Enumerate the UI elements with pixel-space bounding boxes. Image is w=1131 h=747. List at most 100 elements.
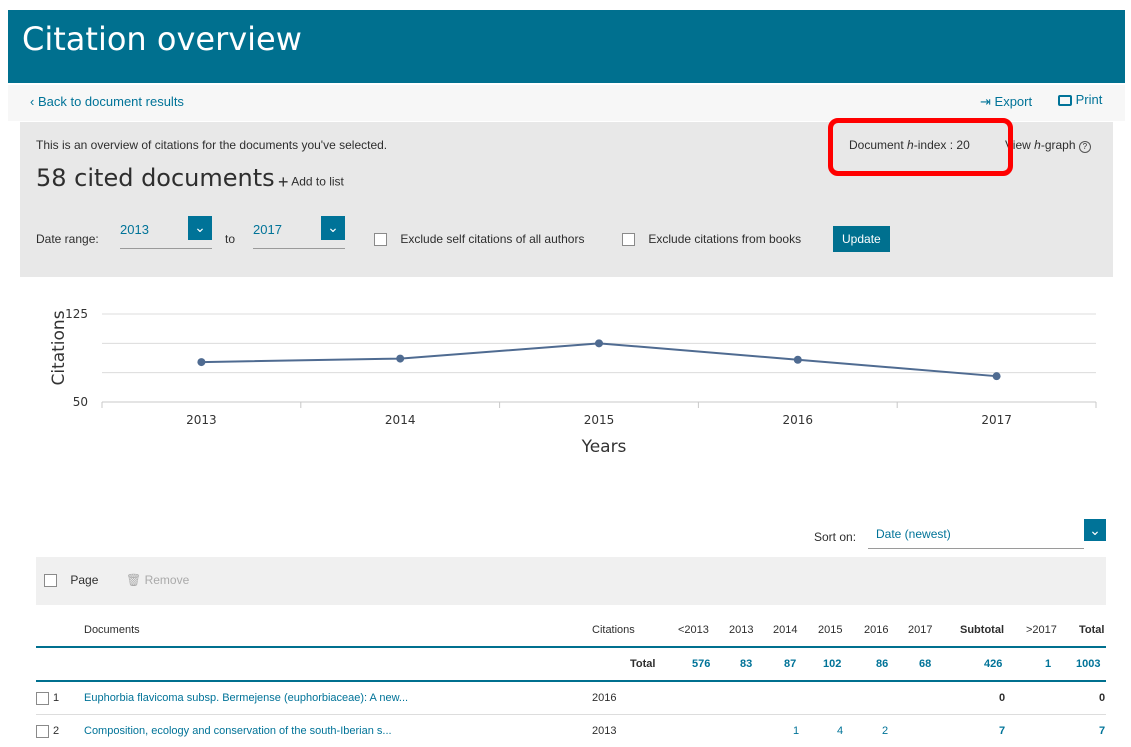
row-total[interactable]: 7 bbox=[1099, 725, 1105, 737]
sort-value: Date (newest) bbox=[876, 527, 951, 541]
x-axis-label: Years bbox=[581, 437, 627, 457]
col-citations: Citations bbox=[592, 624, 635, 636]
chevron-down-icon: ⌄ bbox=[194, 219, 206, 235]
data-point-2013[interactable] bbox=[197, 358, 206, 367]
data-point-2016[interactable] bbox=[793, 355, 802, 364]
plus-icon: + bbox=[278, 172, 289, 192]
x-tick-label: 2013 bbox=[186, 413, 217, 427]
select-page-checkbox[interactable] bbox=[44, 574, 57, 588]
data-point-2015[interactable] bbox=[595, 339, 603, 348]
citations-line-chart: 12550 2013 2014 2015 2016 2017 Citations Yea… bbox=[49, 307, 1097, 457]
x-tick-label: 2014 bbox=[385, 413, 416, 427]
row-year: 2016 bbox=[592, 692, 617, 704]
update-button[interactable]: Update bbox=[833, 226, 890, 252]
col-before-2013: <2013 bbox=[678, 624, 709, 636]
export-button[interactable]: ⇥ Export bbox=[980, 94, 1032, 110]
col-2016: 2016 bbox=[864, 624, 889, 636]
export-label: Export bbox=[994, 94, 1033, 109]
exclude-self-citations-checkbox[interactable] bbox=[374, 233, 387, 247]
row-2014-count[interactable]: 1 bbox=[793, 725, 799, 737]
h-index-highlight bbox=[828, 118, 1013, 176]
total-2015[interactable]: 102 bbox=[823, 658, 841, 670]
total-2013[interactable]: 83 bbox=[740, 658, 752, 670]
exclude-books-label: Exclude citations from books bbox=[648, 232, 802, 246]
x-tick-label: 2017 bbox=[981, 413, 1012, 427]
add-to-list-button[interactable]: + Add to list bbox=[278, 172, 344, 193]
to-label: to bbox=[225, 232, 236, 246]
cited-documents-count: 58 cited documents bbox=[36, 164, 275, 192]
total-after-2017[interactable]: 1 bbox=[1045, 658, 1051, 670]
table-header-row: Documents Citations <2013 2013 2014 2015… bbox=[36, 616, 1106, 648]
remove-label: Remove bbox=[144, 573, 190, 587]
row-index: 2 bbox=[53, 725, 60, 737]
col-2014: 2014 bbox=[773, 624, 798, 636]
x-tick-label: 2015 bbox=[584, 413, 615, 427]
total-row-label: Total bbox=[630, 658, 656, 670]
row-2015-count[interactable]: 4 bbox=[837, 725, 843, 737]
help-icon[interactable]: ? bbox=[1078, 141, 1091, 153]
total-2016[interactable]: 86 bbox=[876, 658, 888, 670]
print-label: Print bbox=[1075, 92, 1103, 107]
row-checkbox[interactable] bbox=[36, 692, 49, 705]
h-graph-rest: -graph bbox=[1040, 138, 1076, 152]
bulk-actions-bar: Page 🗑 Remove bbox=[36, 557, 1106, 605]
row-subtotal[interactable]: 7 bbox=[999, 725, 1005, 737]
print-button[interactable]: Print bbox=[1058, 92, 1102, 107]
date-range-label: Date range: bbox=[36, 232, 99, 246]
add-to-list-label: Add to list bbox=[291, 174, 344, 189]
toolbar: ‹ Back to document results ⇥ Export Prin… bbox=[8, 85, 1125, 121]
chevron-down-icon: ⌄ bbox=[1089, 522, 1101, 538]
total-2017[interactable]: 68 bbox=[919, 658, 931, 670]
col-2015: 2015 bbox=[818, 624, 843, 636]
row-checkbox[interactable] bbox=[36, 725, 49, 738]
view-h-graph-link[interactable]: View h-graph ? bbox=[1005, 138, 1091, 153]
date-to-value: 2017 bbox=[253, 222, 282, 237]
back-link-label: Back to document results bbox=[37, 94, 184, 109]
date-from-value: 2013 bbox=[120, 222, 149, 237]
col-2013: 2013 bbox=[729, 624, 754, 636]
exclude-self-citations-option[interactable]: Exclude self citations of all authors bbox=[374, 232, 585, 247]
x-tick-label: 2016 bbox=[783, 413, 814, 427]
data-point-2014[interactable] bbox=[396, 354, 405, 363]
citations-series-line bbox=[201, 342, 997, 378]
sort-dropdown-button[interactable]: ⌄ bbox=[1084, 519, 1106, 541]
document-title-link[interactable]: Composition, ecology and conservation of… bbox=[84, 725, 392, 737]
sort-select[interactable]: Date (newest) bbox=[868, 522, 1084, 549]
back-link[interactable]: ‹ Back to document results bbox=[30, 94, 184, 109]
date-to-dropdown-button[interactable]: ⌄ bbox=[321, 216, 345, 240]
col-total: Total bbox=[1079, 624, 1105, 636]
remove-button[interactable]: 🗑 Remove bbox=[126, 573, 189, 587]
exclude-books-option[interactable]: Exclude citations from books bbox=[622, 232, 802, 247]
table-total-row: Total 576 83 87 102 86 68 426 1 1003 bbox=[36, 648, 1106, 682]
row-2016-count[interactable]: 2 bbox=[882, 725, 888, 737]
col-documents: Documents bbox=[84, 624, 140, 636]
row-total: 0 bbox=[1099, 692, 1106, 704]
total-subtotal[interactable]: 426 bbox=[984, 658, 1002, 670]
trash-icon: 🗑 bbox=[126, 573, 142, 587]
page-header: Citation overview bbox=[8, 10, 1125, 83]
exclude-books-checkbox[interactable] bbox=[622, 233, 635, 247]
col-subtotal: Subtotal bbox=[960, 624, 1004, 636]
exclude-self-citations-label: Exclude self citations of all authors bbox=[400, 232, 585, 246]
total-2014[interactable]: 87 bbox=[784, 658, 796, 670]
total-total[interactable]: 1003 bbox=[1076, 658, 1100, 670]
y-axis-label: Citations bbox=[49, 310, 69, 385]
document-title-link[interactable]: Euphorbia flavicoma subsp. Bermejense (e… bbox=[84, 692, 408, 704]
chevron-left-icon: ‹ bbox=[30, 94, 35, 109]
sort-label: Sort on: bbox=[814, 530, 857, 544]
total-before-2013[interactable]: 576 bbox=[692, 658, 710, 670]
row-index: 1 bbox=[53, 692, 60, 704]
chevron-down-icon: ⌄ bbox=[327, 219, 339, 235]
col-2017: 2017 bbox=[908, 624, 933, 636]
y-tick-label: 50 bbox=[73, 395, 88, 409]
select-page-option[interactable]: Page bbox=[44, 573, 99, 588]
row-subtotal: 0 bbox=[999, 692, 1006, 704]
export-icon: ⇥ bbox=[980, 94, 991, 109]
h-graph-h: h bbox=[1034, 138, 1041, 152]
table-row: 1 Euphorbia flavicoma subsp. Bermejense … bbox=[36, 682, 1106, 715]
date-from-dropdown-button[interactable]: ⌄ bbox=[188, 216, 212, 240]
page-title: Citation overview bbox=[22, 20, 302, 58]
printer-icon bbox=[1058, 95, 1072, 107]
select-page-label: Page bbox=[70, 573, 99, 587]
data-point-2017[interactable] bbox=[992, 372, 1001, 381]
